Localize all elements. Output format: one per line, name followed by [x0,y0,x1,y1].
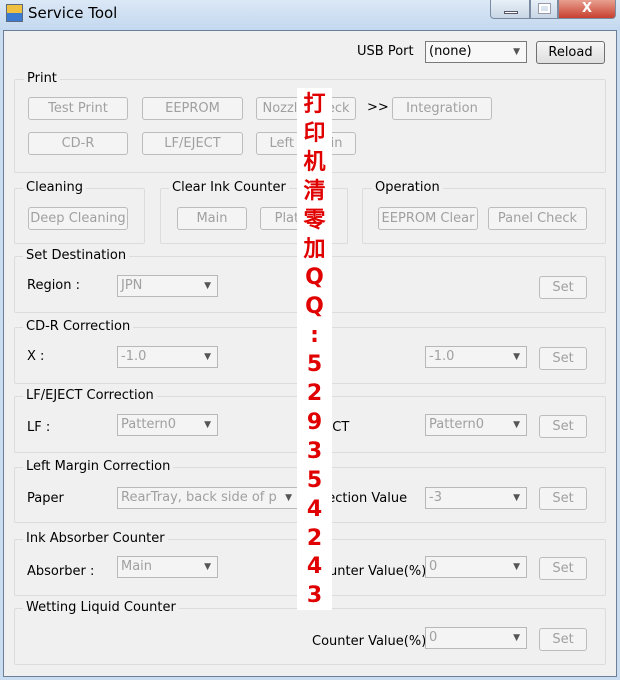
watermark-char: 4 [306,554,323,580]
watermark-char: 机 [303,149,326,175]
chevron-down-icon: ▼ [513,47,520,57]
lf-value: Pattern0 [121,417,177,432]
ink-counter-value: 0 [429,559,438,574]
watermark-char: : [310,323,319,349]
x-value: -1.0 [121,349,147,364]
watermark-char: 5 [306,467,323,493]
cd-r-button[interactable]: CD-R [28,132,128,155]
watermark-char: 印 [303,120,326,146]
usb-port-select[interactable]: (none) ▼ [425,41,527,63]
watermark-char: 打 [303,92,326,117]
absorber-label: Absorber : [27,564,95,579]
lf-eject-button[interactable]: LF/EJECT [142,132,243,155]
paper-select[interactable]: RearTray, back side of p ▼ [117,487,299,509]
chevron-down-icon: ▼ [204,420,211,430]
integration-button[interactable]: Integration [392,97,492,120]
y-value: -1.0 [429,349,455,364]
watermark-char: 4 [306,496,323,522]
eject-select[interactable]: Pattern0 ▼ [425,414,527,436]
watermark-char: 2 [306,525,323,551]
absorber-value: Main [121,559,153,574]
eeprom-print-button[interactable]: EEPROM [142,97,243,120]
eeprom-clear-button[interactable]: EEPROM Clear [378,207,478,230]
wetting-counter-value: 0 [429,630,438,645]
close-button[interactable]: X [558,0,616,19]
x-label: X : [27,349,45,364]
watermark-char: 2 [306,381,323,406]
watermark-char: 9 [306,409,323,435]
cd-r-correction-title: CD-R Correction [23,319,134,334]
set-destination-title: Set Destination [23,248,130,263]
y-select[interactable]: -1.0 ▼ [425,346,527,368]
ink-absorber-set-button[interactable]: Set [539,557,587,580]
watermark-char: Q [305,294,324,320]
lf-select[interactable]: Pattern0 ▼ [117,414,218,436]
wetting-set-button[interactable]: Set [539,628,587,651]
panel-check-button[interactable]: Panel Check [488,207,587,230]
watermark-char: 加 [303,236,326,262]
test-print-button[interactable]: Test Print [28,97,128,120]
chevron-down-icon: ▼ [513,352,520,362]
arrow-label: >> [367,100,389,115]
absorber-select[interactable]: Main ▼ [117,556,218,578]
wetting-counter-value-select[interactable]: 0 ▼ [425,627,527,649]
app-icon [6,4,23,22]
title-bar: Service Tool X [0,0,620,30]
chevron-down-icon: ▼ [204,281,211,291]
correction-value: -3 [429,490,442,505]
left-margin-correction-title: Left Margin Correction [23,459,174,474]
usb-port-value: (none) [429,44,472,59]
watermark-char: 5 [306,352,323,378]
print-group-title: Print [24,71,60,86]
lf-label: LF : [27,420,51,435]
minimize-button[interactable] [490,0,530,19]
close-icon: X [581,1,593,16]
operation-group-title: Operation [372,180,443,195]
cd-r-set-button[interactable]: Set [539,347,587,370]
lf-eject-correction-title: LF/EJECT Correction [23,388,157,403]
ink-counter-value-select[interactable]: 0 ▼ [425,556,527,578]
watermark-char: 零 [303,207,326,233]
region-select[interactable]: JPN ▼ [117,275,218,297]
chevron-down-icon: ▼ [513,420,520,430]
chevron-down-icon: ▼ [513,493,520,503]
region-value: JPN [121,278,143,293]
region-label: Region : [27,278,81,293]
watermark-char: 3 [306,438,323,464]
cleaning-group-title: Cleaning [23,180,86,195]
window-title: Service Tool [28,4,118,22]
wetting-counter-value-label: Counter Value(%) [312,634,427,649]
chevron-down-icon: ▼ [513,562,520,572]
maximize-button[interactable] [530,0,558,19]
destination-set-button[interactable]: Set [539,276,587,299]
watermark-char: Q [305,265,324,291]
ink-absorber-counter-title: Ink Absorber Counter [23,531,168,546]
left-margin-set-button[interactable]: Set [539,487,587,510]
watermark-char: 清 [303,178,326,204]
usb-port-label: USB Port [357,44,414,59]
chevron-down-icon: ▼ [204,352,211,362]
x-select[interactable]: -1.0 ▼ [117,346,218,368]
lf-eject-set-button[interactable]: Set [539,415,587,438]
paper-label: Paper [27,491,64,506]
watermark-char: 3 [306,583,323,609]
eject-value: Pattern0 [429,417,485,432]
deep-cleaning-button[interactable]: Deep Cleaning [28,207,128,230]
chevron-down-icon: ▼ [513,633,520,643]
clear-main-button[interactable]: Main [177,207,247,230]
chevron-down-icon: ▼ [285,493,292,503]
correction-value-select[interactable]: -3 ▼ [425,487,527,509]
chevron-down-icon: ▼ [204,562,211,572]
paper-value: RearTray, back side of p [121,490,277,505]
wetting-liquid-counter-title: Wetting Liquid Counter [23,600,179,615]
clear-ink-counter-title: Clear Ink Counter [169,180,289,195]
reload-button[interactable]: Reload [536,41,605,64]
